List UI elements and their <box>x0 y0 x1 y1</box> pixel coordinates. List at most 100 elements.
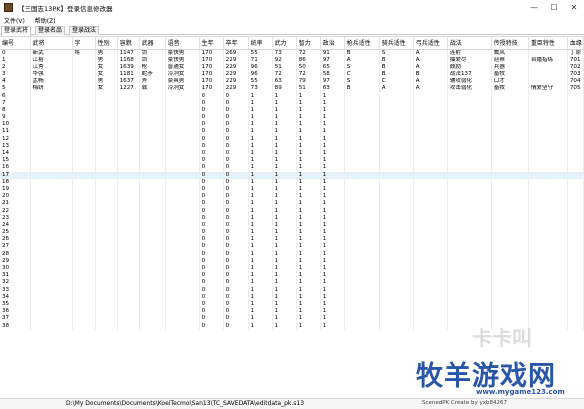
table-cell[interactable]: 1637 <box>117 78 140 86</box>
table-cell[interactable]: 1 <box>296 178 321 186</box>
table-cell[interactable]: 0 <box>199 257 224 265</box>
table-cell[interactable] <box>447 257 492 265</box>
table-cell[interactable]: 1 <box>272 157 297 165</box>
table-cell[interactable]: 豪快男 <box>165 56 200 64</box>
table-cell[interactable] <box>165 236 200 244</box>
table-cell[interactable] <box>491 185 529 194</box>
table-cell[interactable] <box>72 78 96 86</box>
table-cell[interactable] <box>528 99 568 107</box>
table-cell[interactable] <box>165 322 200 330</box>
table-cell[interactable] <box>447 128 492 136</box>
table-cell[interactable]: 1 <box>320 128 345 136</box>
table-cell[interactable] <box>95 207 118 215</box>
table-cell[interactable] <box>528 293 568 301</box>
table-cell[interactable]: 1 <box>320 99 345 107</box>
table-cell[interactable] <box>139 106 166 114</box>
table-cell[interactable]: 1 <box>272 171 297 179</box>
table-cell[interactable]: 97 <box>320 78 345 86</box>
table-cell[interactable] <box>72 279 96 287</box>
table-cell[interactable]: 6 <box>0 92 31 100</box>
table-cell[interactable] <box>413 106 448 114</box>
tab-register-tactic[interactable]: 登录战法 <box>69 26 100 35</box>
table-cell[interactable]: C <box>379 78 414 86</box>
table-cell[interactable] <box>413 157 448 165</box>
table-cell[interactable]: 1 <box>248 121 273 129</box>
table-cell[interactable] <box>413 229 448 237</box>
table-cell[interactable] <box>344 157 380 165</box>
table-cell[interactable]: 1 <box>272 315 297 323</box>
table-row[interactable]: 13 0 0 1 1 1 1 <box>0 142 584 150</box>
table-cell[interactable] <box>139 250 166 258</box>
table-cell[interactable]: 9 <box>0 114 31 122</box>
table-cell[interactable] <box>117 142 140 150</box>
table-cell[interactable]: 1 <box>296 221 321 229</box>
table-cell[interactable] <box>528 121 568 129</box>
table-cell[interactable] <box>30 200 73 208</box>
table-cell[interactable]: 0 <box>223 272 249 280</box>
table-cell[interactable] <box>379 178 414 186</box>
table-cell[interactable] <box>117 157 140 165</box>
table-cell[interactable] <box>413 264 448 273</box>
table-cell[interactable]: 0 <box>199 279 224 287</box>
table-cell[interactable] <box>491 193 529 201</box>
table-cell[interactable] <box>165 193 200 201</box>
table-cell[interactable]: 0 <box>223 214 249 222</box>
table-cell[interactable]: 1 <box>248 171 273 179</box>
table-cell[interactable] <box>72 214 96 222</box>
table-cell[interactable]: 豪爽男 <box>165 78 200 86</box>
table-cell[interactable] <box>344 250 380 258</box>
table-cell[interactable] <box>30 243 73 251</box>
table-cell[interactable] <box>413 128 448 136</box>
table-cell[interactable]: 34 <box>0 293 31 301</box>
table-cell[interactable] <box>72 243 96 251</box>
table-cell[interactable]: 1 <box>272 193 297 201</box>
table-cell[interactable]: 33 <box>0 286 31 294</box>
column-header[interactable]: 武力 <box>272 37 297 50</box>
table-cell[interactable]: B <box>344 85 380 93</box>
table-cell[interactable] <box>139 99 166 107</box>
table-cell[interactable]: 0 <box>0 49 31 57</box>
table-cell[interactable]: 1 <box>296 142 321 150</box>
table-cell[interactable]: 1 <box>296 243 321 251</box>
table-cell[interactable]: 35 <box>0 300 31 309</box>
table-cell[interactable]: 0 <box>223 315 249 323</box>
table-cell[interactable]: 1 <box>248 257 273 265</box>
table-cell[interactable] <box>413 300 448 309</box>
table-cell[interactable]: 1 <box>272 257 297 265</box>
table-cell[interactable] <box>379 193 414 201</box>
table-cell[interactable]: 1 <box>320 243 345 251</box>
table-cell[interactable]: 鼓励 <box>447 63 492 71</box>
table-cell[interactable]: 1 <box>248 114 273 122</box>
table-cell[interactable]: 1 <box>296 121 321 129</box>
table-cell[interactable]: 0 <box>199 164 224 172</box>
table-cell[interactable] <box>72 257 96 265</box>
table-cell[interactable] <box>95 171 118 179</box>
table-cell[interactable] <box>567 315 584 323</box>
table-cell[interactable] <box>344 178 380 186</box>
table-cell[interactable]: 20 <box>0 193 31 201</box>
table-cell[interactable] <box>379 207 414 215</box>
table-cell[interactable] <box>528 264 568 273</box>
table-cell[interactable] <box>528 315 568 323</box>
table-cell[interactable]: 0 <box>223 279 249 287</box>
table-cell[interactable] <box>567 322 584 330</box>
table-cell[interactable] <box>528 63 568 71</box>
table-cell[interactable] <box>344 264 380 273</box>
column-header[interactable]: 武将 <box>30 37 73 50</box>
table-cell[interactable] <box>72 157 96 165</box>
table-row[interactable]: 27 0 0 1 1 1 1 <box>0 243 584 251</box>
menu-help[interactable]: 帮助(Z) <box>35 16 56 25</box>
table-cell[interactable]: 55 <box>248 49 273 57</box>
table-cell[interactable] <box>447 229 492 237</box>
table-cell[interactable]: 1 <box>272 243 297 251</box>
table-cell[interactable]: 1 <box>320 257 345 265</box>
table-cell[interactable]: 畜牧 <box>491 70 529 79</box>
table-cell[interactable] <box>567 264 584 273</box>
table-cell[interactable] <box>139 200 166 208</box>
table-cell[interactable] <box>30 236 73 244</box>
table-cell[interactable]: 0 <box>223 149 249 158</box>
table-cell[interactable] <box>30 121 73 129</box>
table-cell[interactable]: 抽爱尽 <box>447 56 492 64</box>
table-cell[interactable] <box>413 171 448 179</box>
table-cell[interactable] <box>413 308 448 316</box>
